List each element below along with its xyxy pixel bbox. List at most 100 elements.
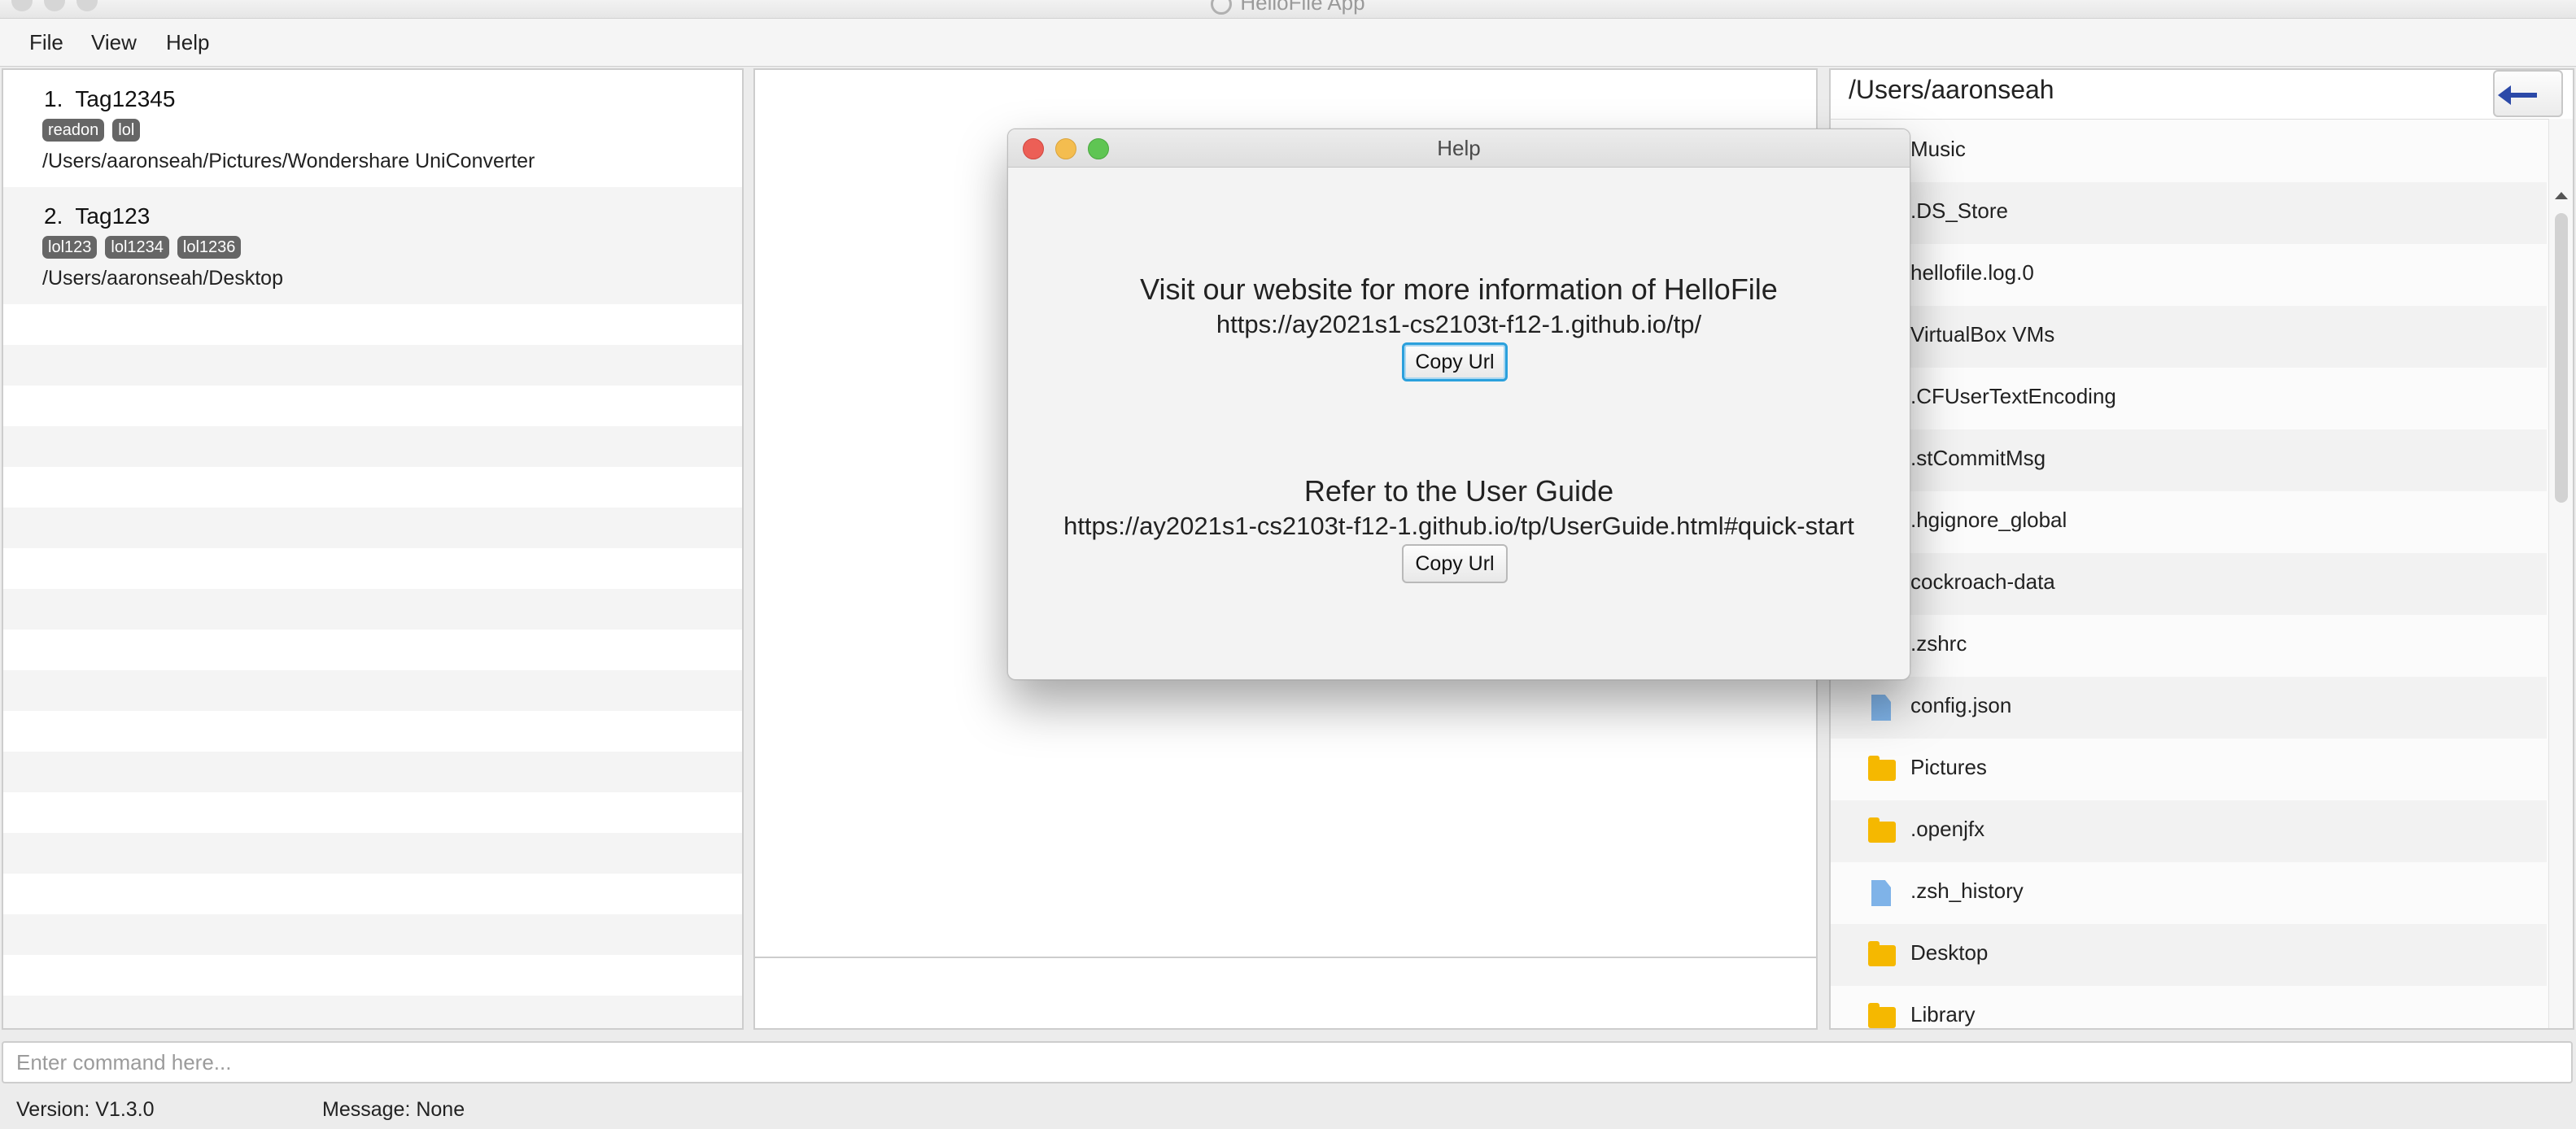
list-item[interactable]: 2. Tag123 lol123 lol1234 lol1236 /Users/… bbox=[3, 187, 742, 304]
empty-list-row bbox=[3, 792, 742, 833]
file-name: .openjfx bbox=[1910, 817, 1985, 841]
tag-badge: lol bbox=[112, 119, 141, 142]
file-row[interactable]: .stCommitMsg bbox=[1831, 429, 2547, 491]
file-name: .DS_Store bbox=[1910, 198, 2008, 223]
tag-labels: lol123 lol1234 lol1236 bbox=[42, 236, 242, 259]
window-titlebar: HelloFile App bbox=[0, 0, 2576, 19]
file-name: config.json bbox=[1910, 693, 2012, 717]
file-name: Library bbox=[1910, 1002, 1976, 1027]
file-browser-panel: /Users/aaronseah Music .DS_Store hellofile… bbox=[1829, 68, 2574, 1030]
dialog-title: Help bbox=[1437, 136, 1481, 160]
empty-list-row bbox=[3, 670, 742, 711]
current-path: /Users/aaronseah bbox=[1849, 75, 2054, 104]
empty-list-row bbox=[3, 752, 742, 792]
tag-index: 1. bbox=[44, 86, 63, 111]
app-icon bbox=[1211, 0, 1233, 15]
menu-bar: File View Help bbox=[0, 19, 2576, 67]
help-dialog: Help Visit our website for more informat… bbox=[1007, 129, 1910, 680]
file-icon bbox=[1871, 695, 1891, 721]
file-name: Music bbox=[1910, 137, 1966, 161]
file-row[interactable]: Pictures bbox=[1831, 739, 2547, 800]
file-name: Pictures bbox=[1910, 755, 1987, 779]
folder-icon bbox=[1868, 817, 1896, 843]
version-label: Version: V1.3.0 bbox=[16, 1098, 155, 1121]
empty-list-row bbox=[3, 345, 742, 386]
tag-path: /Users/aaronseah/Pictures/Wondershare Un… bbox=[42, 150, 535, 172]
dialog-titlebar: Help bbox=[1008, 129, 1910, 168]
file-name: .stCommitMsg bbox=[1910, 446, 2046, 470]
status-bar: Version: V1.3.0 Message: None bbox=[0, 1090, 2576, 1129]
file-row[interactable]: hellofile.log.0 bbox=[1831, 244, 2547, 306]
folder-icon bbox=[1868, 941, 1896, 966]
file-row[interactable]: cockroach-data bbox=[1831, 553, 2547, 615]
file-browser-header: /Users/aaronseah bbox=[1831, 70, 2573, 120]
user-guide-heading: Refer to the User Guide bbox=[1303, 474, 1614, 508]
file-name: Desktop bbox=[1910, 940, 1989, 965]
empty-list-row bbox=[3, 548, 742, 589]
empty-list-row bbox=[3, 467, 742, 508]
empty-list-row bbox=[3, 874, 742, 914]
tag-name: Tag123 bbox=[75, 203, 151, 229]
file-row[interactable]: Desktop bbox=[1831, 924, 2547, 986]
file-row[interactable]: .zshrc bbox=[1831, 615, 2547, 677]
empty-list-row bbox=[3, 589, 742, 630]
website-url: https://ay2021s1-cs2103t-f12-1.github.io… bbox=[1216, 310, 1702, 338]
tag-badge: lol1234 bbox=[105, 236, 169, 259]
file-row[interactable]: Music bbox=[1831, 120, 2547, 182]
command-box bbox=[2, 1041, 2573, 1083]
empty-list-row bbox=[3, 630, 742, 670]
tag-badge: lol123 bbox=[42, 236, 98, 259]
empty-list-row bbox=[3, 386, 742, 426]
list-item[interactable]: 1. Tag12345 readon lol /Users/aaronseah/… bbox=[3, 70, 742, 187]
command-input[interactable] bbox=[3, 1043, 2571, 1082]
empty-list-row bbox=[3, 508, 742, 548]
menu-file[interactable]: File bbox=[29, 30, 63, 55]
copy-website-url-button[interactable]: Copy Url bbox=[1402, 342, 1508, 381]
empty-list-row bbox=[3, 955, 742, 996]
file-name: .zsh_history bbox=[1910, 878, 2024, 903]
tag-labels: readon lol bbox=[42, 119, 141, 142]
tag-path: /Users/aaronseah/Desktop bbox=[42, 267, 283, 290]
website-heading: Visit our website for more information o… bbox=[1140, 272, 1778, 306]
tag-name: Tag12345 bbox=[75, 86, 176, 111]
empty-list-row bbox=[3, 914, 742, 955]
file-row[interactable]: config.json bbox=[1831, 677, 2547, 739]
window-title-text: HelloFile App bbox=[1240, 0, 1365, 15]
empty-list-row bbox=[3, 711, 742, 752]
scroll-up-icon[interactable] bbox=[2555, 192, 2568, 199]
folder-icon bbox=[1868, 1003, 1896, 1028]
file-list-scrollbar[interactable] bbox=[2548, 119, 2573, 1028]
window-title: HelloFile App bbox=[0, 0, 2576, 15]
result-display-panel bbox=[753, 957, 1818, 1030]
copy-user-guide-url-button[interactable]: Copy Url bbox=[1402, 544, 1508, 583]
file-name: .hgignore_global bbox=[1910, 508, 2067, 532]
file-row[interactable]: .openjfx bbox=[1831, 800, 2547, 862]
empty-list-row bbox=[3, 833, 742, 874]
file-row[interactable]: .hgignore_global bbox=[1831, 491, 2547, 553]
status-message: Message: None bbox=[322, 1098, 465, 1121]
user-guide-url: https://ay2021s1-cs2103t-f12-1.github.io… bbox=[1063, 512, 1854, 540]
tag-badge: readon bbox=[42, 119, 105, 142]
tag-index: 2. bbox=[44, 203, 63, 229]
folder-icon bbox=[1868, 756, 1896, 781]
empty-list-row bbox=[3, 426, 742, 467]
tag-list-panel: 1. Tag12345 readon lol /Users/aaronseah/… bbox=[2, 68, 744, 1030]
empty-list-row bbox=[3, 996, 742, 1028]
menu-help[interactable]: Help bbox=[166, 30, 209, 55]
tag-badge: lol1236 bbox=[177, 236, 242, 259]
menu-view[interactable]: View bbox=[91, 30, 137, 55]
file-name: .zshrc bbox=[1910, 631, 1967, 656]
back-arrow-icon bbox=[2498, 85, 2537, 105]
file-name: .CFUserTextEncoding bbox=[1910, 384, 2116, 408]
file-row[interactable]: .CFUserTextEncoding bbox=[1831, 368, 2547, 429]
file-name: cockroach-data bbox=[1910, 569, 2055, 594]
file-row[interactable]: VirtualBox VMs bbox=[1831, 306, 2547, 368]
file-name: VirtualBox VMs bbox=[1910, 322, 2055, 347]
file-row[interactable]: .DS_Store bbox=[1831, 182, 2547, 244]
file-row[interactable]: .zsh_history bbox=[1831, 862, 2547, 924]
file-row[interactable]: Library bbox=[1831, 986, 2547, 1028]
empty-list-row bbox=[3, 304, 742, 345]
back-button[interactable] bbox=[2493, 70, 2563, 117]
file-name: hellofile.log.0 bbox=[1910, 260, 2034, 285]
scroll-thumb[interactable] bbox=[2555, 213, 2568, 503]
